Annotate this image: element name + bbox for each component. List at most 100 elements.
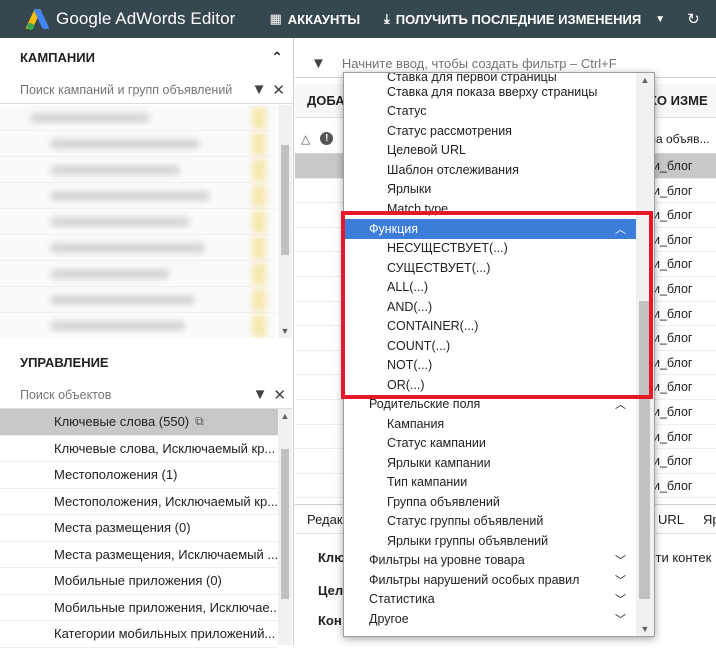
dropdown-item[interactable]: CONTAINER(...): [344, 317, 636, 337]
table-cell: и_блог: [653, 306, 693, 321]
dropdown-item-label: Match type: [387, 201, 449, 216]
external-link-icon[interactable]: ⧉: [195, 414, 204, 429]
dropdown-item[interactable]: OR(...): [344, 375, 636, 395]
dropdown-group-policy-filters[interactable]: Фильтры нарушений особых правил ﹀: [344, 570, 636, 590]
chevron-down-icon[interactable]: ﹀: [615, 591, 626, 607]
mgmt-item-negative-placements[interactable]: Места размещения, Исключаемый ...: [0, 542, 278, 568]
table-cell: и_блог: [653, 281, 693, 296]
tab-labels[interactable]: Яр: [703, 512, 716, 527]
chevron-up-icon[interactable]: ︿: [615, 221, 626, 237]
table-cell: и_блог: [653, 159, 693, 173]
mgmt-item-negative-locations[interactable]: Местоположения, Исключаемый кр...: [0, 489, 278, 515]
chevron-up-icon[interactable]: ⌃: [271, 49, 283, 66]
column-header-ad-group[interactable]: ла объяв...: [649, 132, 710, 146]
chevron-up-icon[interactable]: ︿: [615, 396, 626, 412]
mgmt-item-negative-mobile-apps[interactable]: Мобильные приложения, Исключае...: [0, 595, 278, 621]
dropdown-item-label: Тип кампании: [387, 475, 468, 490]
campaign-scrollbar[interactable]: ▼: [278, 105, 292, 338]
error-icon[interactable]: !: [320, 132, 334, 145]
dropdown-item[interactable]: NOT(...): [344, 356, 636, 376]
dropdown-scrollbar[interactable]: ▲ ▼: [636, 73, 654, 636]
mgmt-item-label: Мобильные приложения, Исключае...: [54, 599, 278, 615]
warning-triangle-icon[interactable]: △: [301, 132, 310, 146]
app-logo: Google AdWords Editor: [25, 9, 236, 30]
app-title: Google AdWords Editor: [56, 9, 236, 28]
dropdown-item-label: ALL(...): [387, 280, 428, 295]
dropdown-item[interactable]: ALL(...): [344, 278, 636, 298]
dropdown-item[interactable]: Статус рассмотрения: [344, 121, 636, 141]
management-section: УПРАВЛЕНИЕ ▼ ✕: [0, 343, 294, 409]
mgmt-item-keywords[interactable]: Ключевые слова (550) ⧉: [0, 409, 278, 436]
download-icon: ⤓: [384, 11, 390, 26]
dropdown-item[interactable]: AND(...): [344, 297, 636, 317]
accounts-button[interactable]: ▦ АККАУНТЫ: [269, 11, 360, 27]
dropdown-item[interactable]: Шаблон отслеживания: [344, 160, 636, 180]
dropdown-item[interactable]: Ставка для показа вверху страницы: [344, 82, 636, 102]
dropdown-item-label: AND(...): [387, 299, 433, 314]
dropdown-item-label: Ярлыки кампании: [387, 455, 491, 470]
mgmt-item-label: Категории мобильных приложений...: [54, 626, 276, 642]
dropdown-group-parent-fields[interactable]: Родительские поля ︿: [344, 395, 636, 415]
dropdown-item-label: Статус кампании: [387, 436, 486, 451]
object-search-row: ▼ ✕: [0, 381, 294, 409]
dropdown-item-label: Статус: [387, 104, 427, 119]
dropdown-item-label: Ярлыки группы объявлений: [387, 533, 549, 548]
chevron-down-icon[interactable]: ﹀: [615, 572, 626, 588]
dropdown-group-label: Функция: [369, 221, 419, 236]
dropdown-item-label: Группа объявлений: [387, 494, 500, 509]
dropdown-item[interactable]: Статус: [344, 102, 636, 122]
mgmt-item-negative-keywords[interactable]: Ключевые слова, Исключаемый кр...: [0, 436, 278, 462]
dropdown-item-label: Ставка для показа вверху страницы: [387, 84, 598, 99]
dropdown-group-function[interactable]: Функция ︿: [344, 219, 636, 239]
dropdown-item[interactable]: Ярлыки группы объявлений: [344, 531, 636, 551]
campaign-search-row: ▼ ✕: [0, 76, 293, 104]
dropdown-item[interactable]: Группа объявлений: [344, 492, 636, 512]
tab-url[interactable]: URL: [658, 512, 684, 527]
dropdown-item-label: OR(...): [387, 377, 425, 392]
dropdown-item[interactable]: Ярлыки: [344, 180, 636, 200]
filter-icon[interactable]: ▼: [311, 55, 326, 72]
close-icon[interactable]: ✕: [272, 81, 285, 99]
dropdown-item-label: Статус рассмотрения: [387, 123, 512, 138]
filter-input[interactable]: [341, 56, 672, 71]
chevron-down-icon[interactable]: ﹀: [615, 611, 626, 627]
object-search-input[interactable]: [20, 387, 247, 402]
mgmt-item-mobile-apps[interactable]: Мобильные приложения (0): [0, 568, 278, 595]
dropdown-item[interactable]: Статус группы объявлений: [344, 512, 636, 532]
caret-down-icon[interactable]: ▼: [655, 14, 665, 25]
add-button[interactable]: ДОБА: [307, 93, 345, 108]
mgmt-item-placements[interactable]: Места размещения (0): [0, 515, 278, 542]
close-icon[interactable]: ✕: [273, 386, 286, 404]
table-cell: и_блог: [653, 183, 693, 198]
dropdown-item[interactable]: НЕСУЩЕСТВУЕТ(...): [344, 239, 636, 259]
mgmt-item-locations[interactable]: Местоположения (1): [0, 462, 278, 489]
dropdown-item[interactable]: Кампания: [344, 414, 636, 434]
chevron-down-icon[interactable]: ﹀: [615, 552, 626, 568]
table-cell: и_блог: [653, 331, 693, 346]
top-bar: Google AdWords Editor ▦ АККАУНТЫ ⤓ ПОЛУЧ…: [0, 0, 716, 38]
mgmt-item-label: Местоположения (1): [54, 467, 178, 483]
filter-icon[interactable]: ▼: [253, 386, 268, 403]
dropdown-item[interactable]: СУЩЕСТВУЕТ(...): [344, 258, 636, 278]
dropdown-group-other[interactable]: Другое ﹀: [344, 609, 636, 629]
get-changes-label: ПОЛУЧИТЬ ПОСЛЕДНИЕ ИЗМЕНЕНИЯ: [395, 11, 642, 27]
dropdown-item[interactable]: COUNT(...): [344, 336, 636, 356]
dropdown-item[interactable]: Match type: [344, 199, 636, 219]
filter-icon[interactable]: ▼: [252, 81, 267, 98]
dropdown-item[interactable]: Тип кампании: [344, 473, 636, 493]
dropdown-item-label: СУЩЕСТВУЕТ(...): [387, 260, 491, 275]
dropdown-item[interactable]: Целевой URL: [344, 141, 636, 161]
dropdown-group-statistics[interactable]: Статистика ﹀: [344, 590, 636, 610]
management-list: Ключевые слова (550) ⧉ Ключевые слова, И…: [0, 409, 278, 648]
refresh-icon[interactable]: ↻: [687, 10, 700, 28]
changes-button[interactable]: КО ИЗМЕ: [649, 93, 708, 108]
get-changes-button[interactable]: ⤓ ПОЛУЧИТЬ ПОСЛЕДНИЕ ИЗМЕНЕНИЯ ▼: [384, 11, 665, 27]
management-scrollbar[interactable]: ▲: [278, 409, 292, 645]
dropdown-item[interactable]: Ярлыки кампании: [344, 453, 636, 473]
mgmt-item-app-categories[interactable]: Категории мобильных приложений...: [0, 621, 278, 648]
dropdown-item[interactable]: Статус кампании: [344, 434, 636, 454]
grid-icon: ▦: [269, 11, 282, 26]
dropdown-group-product-filters[interactable]: Фильтры на уровне товара ﹀: [344, 551, 636, 571]
table-cell: и_блог: [653, 454, 693, 469]
campaign-search-input[interactable]: [20, 82, 246, 97]
